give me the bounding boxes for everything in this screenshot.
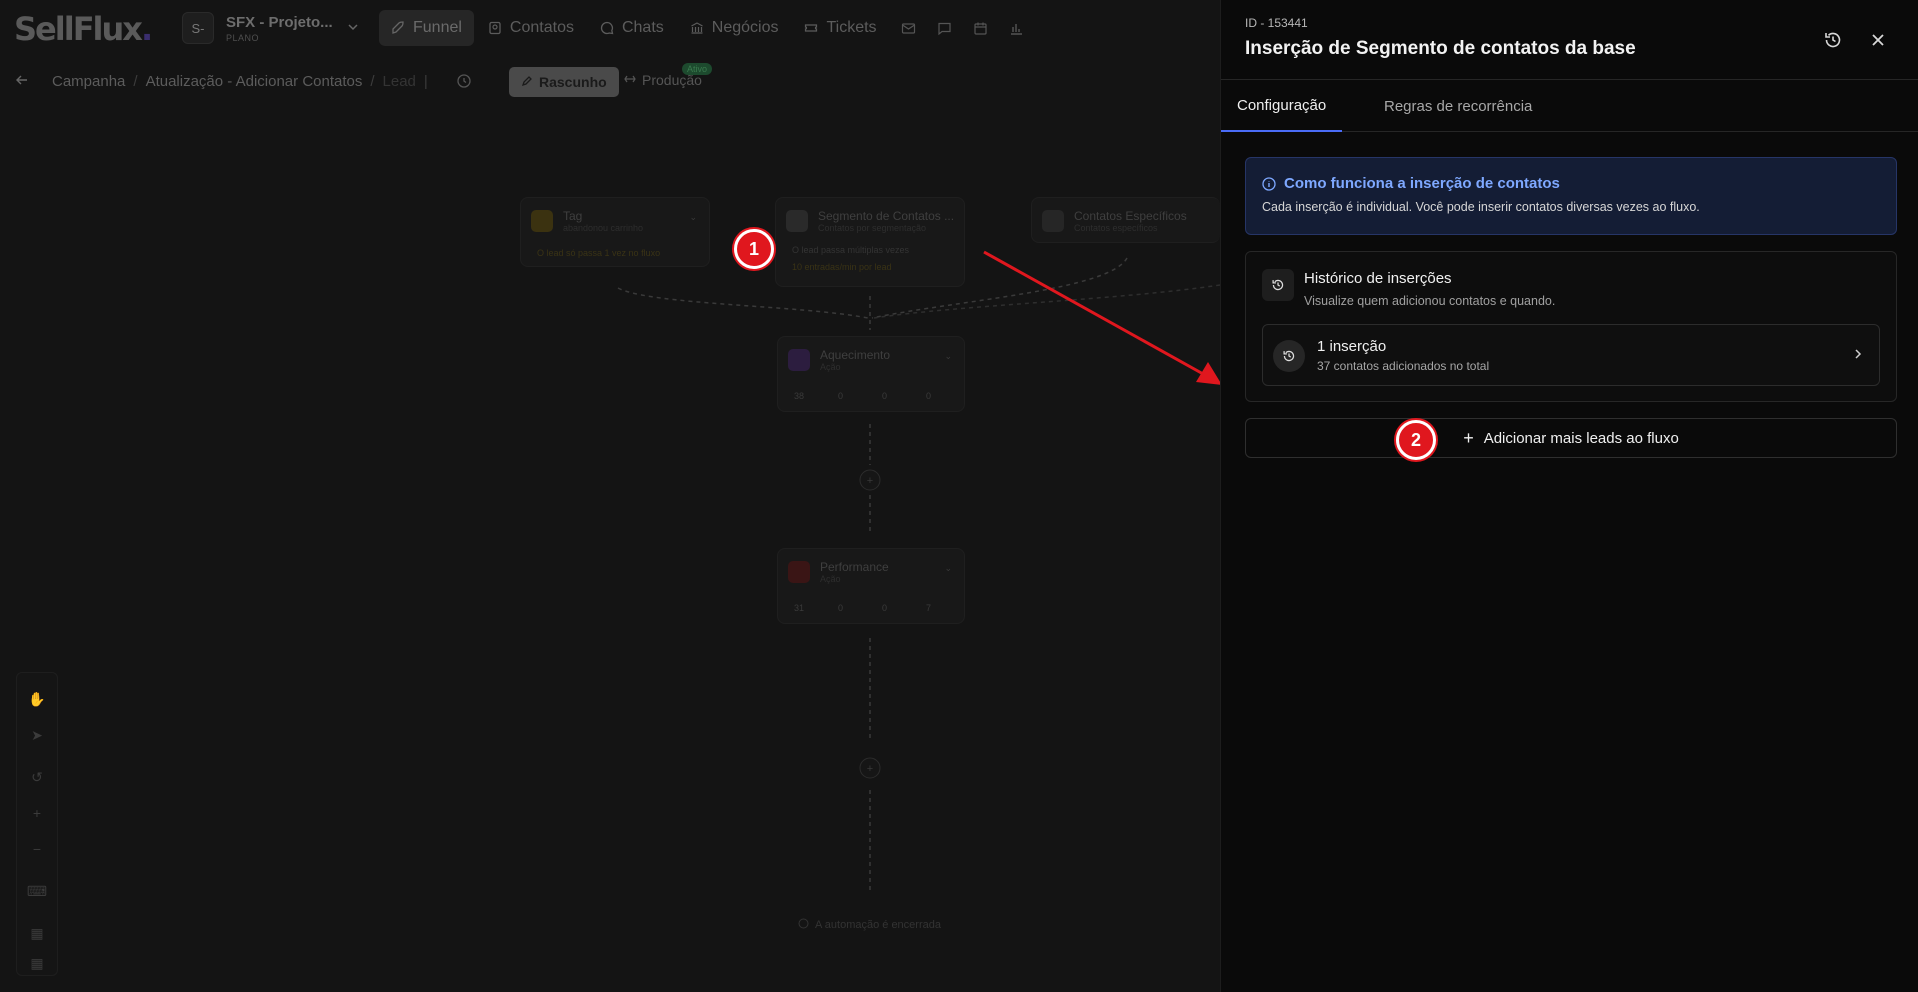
chevron-down-icon: ⌄ (689, 212, 697, 222)
history-subtitle: Visualize quem adicionou contatos e quan… (1304, 294, 1556, 308)
history-icon[interactable] (1821, 28, 1845, 52)
node-segment[interactable]: Segmento de Contatos ... Contatos por se… (775, 197, 965, 287)
chevron-down-icon: ⌄ (944, 563, 952, 573)
history-icon (1262, 269, 1294, 301)
info-title: Como funciona a inserção de contatos (1284, 175, 1560, 192)
chevron-down-icon: ⌄ (944, 351, 952, 361)
node-stats: 31 0 0 7 (794, 603, 932, 613)
close-icon[interactable] (1866, 28, 1890, 52)
history-title: Histórico de inserções (1304, 270, 1452, 287)
annotation-marker-1: 1 (734, 229, 774, 269)
svg-text:+: + (867, 475, 873, 487)
info-text: Cada inserção é individual. Você pode in… (1262, 200, 1700, 214)
zoom-in-icon[interactable]: + (17, 801, 57, 825)
insertion-history-section: Histórico de inserções Visualize quem ad… (1245, 251, 1897, 402)
info-callout: Como funciona a inserção de contatos Cad… (1245, 157, 1897, 235)
insertion-entry-subtitle: 37 contatos adicionados no total (1317, 359, 1490, 373)
user-icon (1042, 210, 1064, 232)
mail-icon (788, 561, 810, 583)
svg-text:+: + (867, 763, 873, 775)
hand-icon[interactable]: ✋ (17, 687, 57, 711)
automation-end-label: A automação é encerrada (798, 918, 941, 932)
node-tag[interactable]: Tag abandonou carrinho ⌄ O lead só passa… (520, 197, 710, 267)
panel-title: Inserção de Segmento de contatos da base (1245, 38, 1636, 59)
history-icon (1273, 340, 1305, 372)
node-performance[interactable]: Performance Ação ⌄ 31 0 0 7 (777, 548, 965, 624)
keyboard-icon[interactable]: ⌨ (17, 879, 57, 903)
reset-icon[interactable]: ↺ (17, 765, 57, 789)
map-icon[interactable]: ▦ (17, 921, 57, 945)
node-warmup[interactable]: Aquecimento Ação ⌄ 38 0 0 0 (777, 336, 965, 412)
pointer-icon[interactable]: ➤ (17, 723, 57, 747)
zoom-out-icon[interactable]: − (17, 837, 57, 861)
info-icon (1262, 176, 1276, 191)
plus-icon: + (1463, 427, 1474, 448)
panel-tabs: Configuração Regras de recorrência (1221, 80, 1918, 132)
tag-icon (531, 210, 553, 232)
panel-id-label: ID - 153441 (1245, 16, 1308, 30)
chevron-right-icon (1851, 347, 1865, 366)
insertion-entry[interactable]: 1 inserção 37 contatos adicionados no to… (1262, 324, 1880, 386)
tab-configuracao[interactable]: Configuração (1221, 80, 1343, 132)
node-settings-panel: ID - 153441 Inserção de Segmento de cont… (1220, 0, 1918, 992)
node-specific-contacts[interactable]: Contatos Específicos Contatos específico… (1031, 197, 1220, 243)
canvas-toolbar: ✋ ➤ ↺ + − ⌨ ▦ ▦ (16, 672, 58, 976)
tab-regras-recorrencia[interactable]: Regras de recorrência (1368, 80, 1548, 132)
add-leads-button[interactable]: + Adicionar mais leads ao fluxo (1245, 418, 1897, 458)
clock-icon (798, 918, 809, 932)
flow-connectors: + + (617, 250, 1220, 892)
insertion-entry-title: 1 inserção (1317, 338, 1387, 355)
flame-icon (788, 349, 810, 371)
segment-icon (786, 210, 808, 232)
grid-icon[interactable]: ▦ (17, 951, 57, 975)
node-stats: 38 0 0 0 (794, 391, 932, 401)
annotation-marker-2: 2 (1396, 420, 1436, 460)
